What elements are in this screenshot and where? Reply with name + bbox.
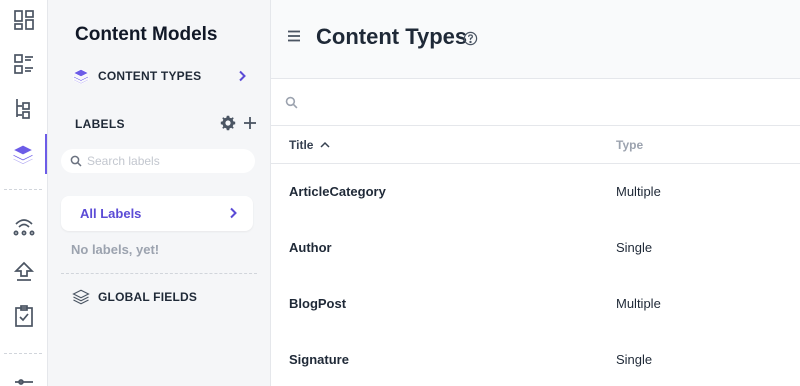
main-content: Content Types Title Type ArticleCategory…: [271, 0, 800, 386]
search-input[interactable]: [306, 95, 786, 110]
layers-icon: [72, 68, 90, 85]
content-models-panel: Content Models CONTENT TYPES LABELS All …: [48, 0, 271, 386]
chevron-right-icon: [230, 207, 237, 219]
empty-labels-text: No labels, yet!: [71, 242, 160, 257]
rail-divider: [4, 189, 42, 190]
search-labels-box: [61, 149, 255, 173]
page-header: Content Types: [271, 0, 800, 79]
rail-settings[interactable]: [0, 366, 47, 386]
dashboard-icon: [13, 10, 34, 30]
row-title[interactable]: BlogPost: [289, 296, 346, 311]
panel-divider: [61, 273, 257, 274]
tasks-clipboard-icon: [14, 305, 33, 327]
nav-rail: [0, 0, 48, 386]
help-icon[interactable]: [463, 31, 478, 46]
rail-content-models[interactable]: [0, 134, 47, 174]
search-icon: [70, 155, 82, 167]
settings-partial-icon: [14, 379, 33, 385]
column-title-label: Title: [289, 138, 314, 152]
labels-heading: LABELS: [75, 117, 125, 131]
rail-deploy[interactable]: [0, 252, 47, 292]
row-type: Multiple: [616, 296, 661, 311]
global-fields-nav[interactable]: GLOBAL FIELDS: [72, 288, 197, 306]
row-title[interactable]: Author: [289, 240, 332, 255]
content-types-search: [271, 80, 800, 126]
row-type: Multiple: [616, 184, 661, 199]
hamburger-menu-icon[interactable]: [286, 28, 302, 44]
content-list-icon: [13, 54, 33, 74]
content-tree-icon: [15, 99, 30, 119]
content-types-label: CONTENT TYPES: [98, 69, 202, 83]
column-header-title[interactable]: Title: [289, 138, 331, 152]
all-labels-label: All Labels: [80, 206, 142, 221]
label-actions: [220, 115, 258, 131]
row-title[interactable]: Signature: [289, 352, 349, 367]
chevron-right-icon[interactable]: [236, 70, 248, 82]
row-type: Single: [616, 352, 653, 367]
panel-title: Content Models: [75, 24, 218, 45]
table-row[interactable]: BlogPost Multiple: [271, 276, 800, 332]
rail-divider-2: [4, 353, 42, 354]
plus-icon[interactable]: [242, 115, 258, 131]
global-fields-icon: [72, 289, 90, 305]
deploy-upload-icon: [13, 261, 34, 281]
row-type: Single: [616, 240, 653, 255]
rail-assets[interactable]: [0, 88, 47, 128]
global-fields-label: GLOBAL FIELDS: [98, 290, 198, 304]
sort-ascending-icon: [320, 141, 330, 148]
column-header-type: Type: [616, 138, 644, 152]
table-row[interactable]: Author Single: [271, 220, 800, 276]
rail-entries[interactable]: [0, 44, 47, 84]
rail-dashboard[interactable]: [0, 0, 47, 40]
search-labels-input[interactable]: [87, 154, 247, 168]
content-types-nav[interactable]: CONTENT TYPES: [72, 67, 201, 85]
gear-icon[interactable]: [220, 115, 236, 131]
all-labels-item[interactable]: All Labels: [61, 196, 253, 231]
row-title[interactable]: ArticleCategory: [289, 184, 386, 199]
rail-webhooks[interactable]: [0, 206, 47, 246]
search-icon: [285, 96, 298, 109]
webhooks-icon: [13, 219, 34, 236]
content-models-layers-icon: [11, 144, 34, 166]
table-row[interactable]: Signature Single: [271, 332, 800, 386]
table-row[interactable]: ArticleCategory Multiple: [271, 164, 800, 220]
page-title: Content Types: [316, 24, 468, 49]
table-header: Title Type: [271, 127, 800, 164]
rail-tasks[interactable]: [0, 296, 47, 336]
